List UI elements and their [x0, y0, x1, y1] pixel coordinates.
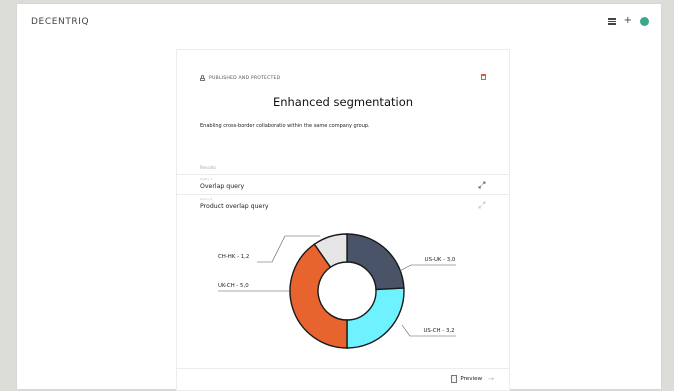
query-name: Product overlap query [200, 203, 269, 210]
status-badge: PUBLISHED AND PROTECTED [200, 75, 280, 81]
query-meta: Query 2 [200, 197, 212, 201]
collapse-icon[interactable] [478, 181, 486, 189]
chart-label-us-ch: US-CH - 3,2 [423, 328, 454, 334]
donut-chart: US-UK - 3,0 US-CH - 3,2 UK-CH - 5,0 CH-H… [218, 233, 456, 349]
arrow-right-icon: → [488, 375, 494, 383]
preview-label: Preview [460, 376, 483, 382]
lock-icon [200, 75, 205, 81]
expand-icon[interactable] [478, 201, 486, 209]
top-actions: + [607, 16, 649, 26]
donut-slice [346, 287, 405, 349]
query-row-product-overlap[interactable]: Query 2 Product overlap query [177, 194, 509, 215]
chart-label-us-uk: US-UK - 3,0 [425, 257, 456, 263]
chart-label-uk-ch: UK-CH - 5,0 [218, 283, 249, 289]
query-row-overlap[interactable]: Query 1 Overlap query [177, 174, 509, 195]
preview-button[interactable]: Preview → [451, 375, 494, 383]
app-window: DECENTRIQ + PUBLISHED AND PROTECTED Enha… [17, 4, 661, 391]
data-room-card: PUBLISHED AND PROTECTED Enhanced segment… [176, 49, 510, 391]
status-text: PUBLISHED AND PROTECTED [209, 75, 281, 81]
plus-icon[interactable]: + [624, 16, 632, 26]
document-icon [451, 375, 458, 383]
top-bar: DECENTRIQ + [17, 4, 661, 40]
query-meta: Query 1 [200, 177, 212, 181]
avatar[interactable] [640, 16, 649, 26]
brand-logo[interactable]: DECENTRIQ [31, 17, 89, 27]
trash-icon[interactable] [481, 74, 486, 80]
page-title: Enhanced segmentation [272, 95, 414, 109]
chart-label-ch-hk: CH-HK - 1,2 [218, 254, 249, 260]
card-footer: Preview → [177, 368, 509, 391]
grid-icon[interactable] [607, 17, 616, 25]
description: Enabling cross-border collaboratio withi… [200, 123, 370, 129]
results-label: Results [200, 166, 216, 171]
query-name: Overlap query [200, 183, 245, 190]
donut-slice [346, 233, 405, 291]
